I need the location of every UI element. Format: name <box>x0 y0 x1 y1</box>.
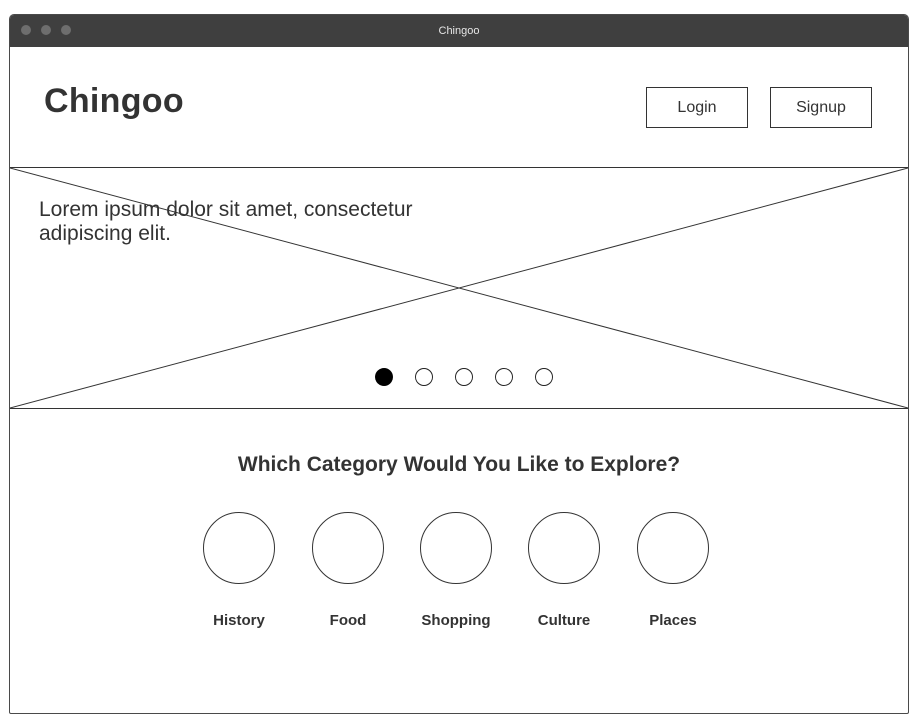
category-icon[interactable] <box>312 512 384 584</box>
brand-logo[interactable]: Chingoo <box>44 82 184 121</box>
category-label: Places <box>649 612 697 629</box>
signup-button[interactable]: Signup <box>770 87 872 128</box>
carousel-dot-3[interactable] <box>455 368 473 386</box>
site-header: Chingoo Login Signup <box>10 47 908 168</box>
category-icon[interactable] <box>420 512 492 584</box>
category-label: History <box>213 612 265 629</box>
hero-text: Lorem ipsum dolor sit amet, consectetur … <box>39 198 413 245</box>
category-label: Shopping <box>421 612 491 629</box>
category-history[interactable]: History <box>184 512 294 632</box>
browser-window: Chingoo Chingoo Login Signup Lorem ipsum… <box>9 14 909 714</box>
category-places[interactable]: Places <box>618 512 728 632</box>
category-label: Culture <box>537 612 591 629</box>
category-culture[interactable]: Culture <box>509 512 619 632</box>
category-food[interactable]: Food <box>293 512 403 632</box>
carousel-dot-5[interactable] <box>535 368 553 386</box>
category-icon[interactable] <box>528 512 600 584</box>
window-titlebar: Chingoo <box>10 15 908 47</box>
login-button[interactable]: Login <box>646 87 748 128</box>
category-icon[interactable] <box>203 512 275 584</box>
carousel-dot-1[interactable] <box>375 368 393 386</box>
category-label: Food <box>329 612 367 629</box>
explore-heading: Which Category Would You Like to Explore… <box>237 453 681 476</box>
carousel-dot-4[interactable] <box>495 368 513 386</box>
hero-carousel[interactable]: Lorem ipsum dolor sit amet, consectetur … <box>10 168 908 409</box>
carousel-dot-2[interactable] <box>415 368 433 386</box>
category-icon[interactable] <box>637 512 709 584</box>
window-title: Chingoo <box>438 25 480 37</box>
category-shopping[interactable]: Shopping <box>401 512 511 632</box>
